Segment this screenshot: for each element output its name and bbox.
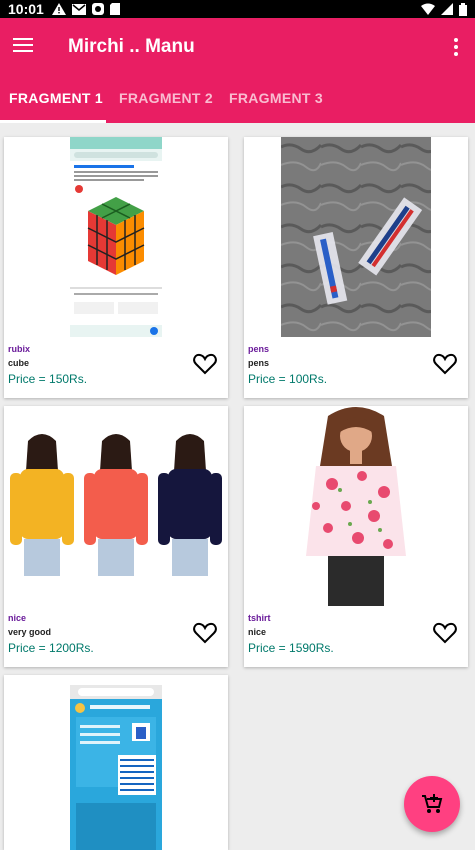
- overflow-menu-icon[interactable]: [453, 38, 459, 56]
- wifi-icon: [421, 3, 435, 15]
- product-image: [4, 431, 228, 576]
- product-card[interactable]: rubix cube Price = 150Rs.: [4, 137, 228, 398]
- product-image: [288, 406, 424, 606]
- favorite-heart-icon[interactable]: [193, 622, 217, 644]
- product-name: pens: [248, 344, 270, 354]
- product-price: Price = 150Rs.: [8, 372, 88, 386]
- app-bar: Mirchi .. Manu FRAGMENT 1 FRAGMENT 2 FRA…: [0, 18, 475, 123]
- tops-models-photo: [4, 431, 228, 576]
- product-description: very good: [8, 627, 52, 637]
- product-card[interactable]: tshirt nice Price = 1590Rs.: [244, 406, 468, 667]
- product-description: nice: [248, 627, 267, 637]
- product-name: rubix: [8, 344, 31, 354]
- product-card[interactable]: [4, 675, 228, 850]
- warning-icon: [51, 3, 66, 15]
- tab-fragment-1[interactable]: FRAGMENT 1: [9, 90, 103, 106]
- product-image: [281, 137, 431, 337]
- add-shopping-cart-icon: [422, 794, 443, 813]
- favorite-heart-icon[interactable]: [433, 353, 457, 375]
- product-price: Price = 1590Rs.: [248, 641, 334, 655]
- product-price: Price = 1200Rs.: [8, 641, 94, 655]
- product-description: pens: [248, 358, 270, 368]
- favorite-heart-icon[interactable]: [193, 353, 217, 375]
- web-page-screenshot-image: [70, 675, 162, 850]
- status-time: 10:01: [8, 1, 44, 17]
- product-name: nice: [8, 613, 27, 623]
- product-card[interactable]: nice very good Price = 1200Rs.: [4, 406, 228, 667]
- tab-fragment-3[interactable]: FRAGMENT 3: [229, 90, 323, 106]
- app-notification-icon: [91, 3, 104, 15]
- product-description: cube: [8, 358, 30, 368]
- product-grid: rubix cube Price = 150Rs. pens pens Pric…: [0, 123, 475, 850]
- battery-icon: [459, 2, 467, 16]
- tab-fragment-2[interactable]: FRAGMENT 2: [119, 90, 213, 106]
- favorite-heart-icon[interactable]: [433, 622, 457, 644]
- product-price: Price = 100Rs.: [248, 372, 328, 386]
- hamburger-menu-icon[interactable]: [13, 38, 33, 54]
- product-card[interactable]: pens pens Price = 100Rs.: [244, 137, 468, 398]
- sd-card-icon: [109, 3, 120, 15]
- product-name: tshirt: [248, 613, 271, 623]
- product-image: [70, 137, 162, 337]
- phone-screenshot-image: [70, 137, 162, 337]
- floral-top-model-photo: [288, 406, 424, 606]
- add-to-cart-fab[interactable]: [404, 776, 460, 832]
- app-title: Mirchi .. Manu: [68, 36, 195, 57]
- pens-photo: [281, 137, 431, 337]
- signal-icon: [441, 3, 453, 15]
- tab-bar: FRAGMENT 1 FRAGMENT 2 FRAGMENT 3: [0, 90, 475, 123]
- product-image: [70, 675, 162, 850]
- gmail-icon: [71, 3, 86, 15]
- status-bar: 10:01: [0, 0, 475, 18]
